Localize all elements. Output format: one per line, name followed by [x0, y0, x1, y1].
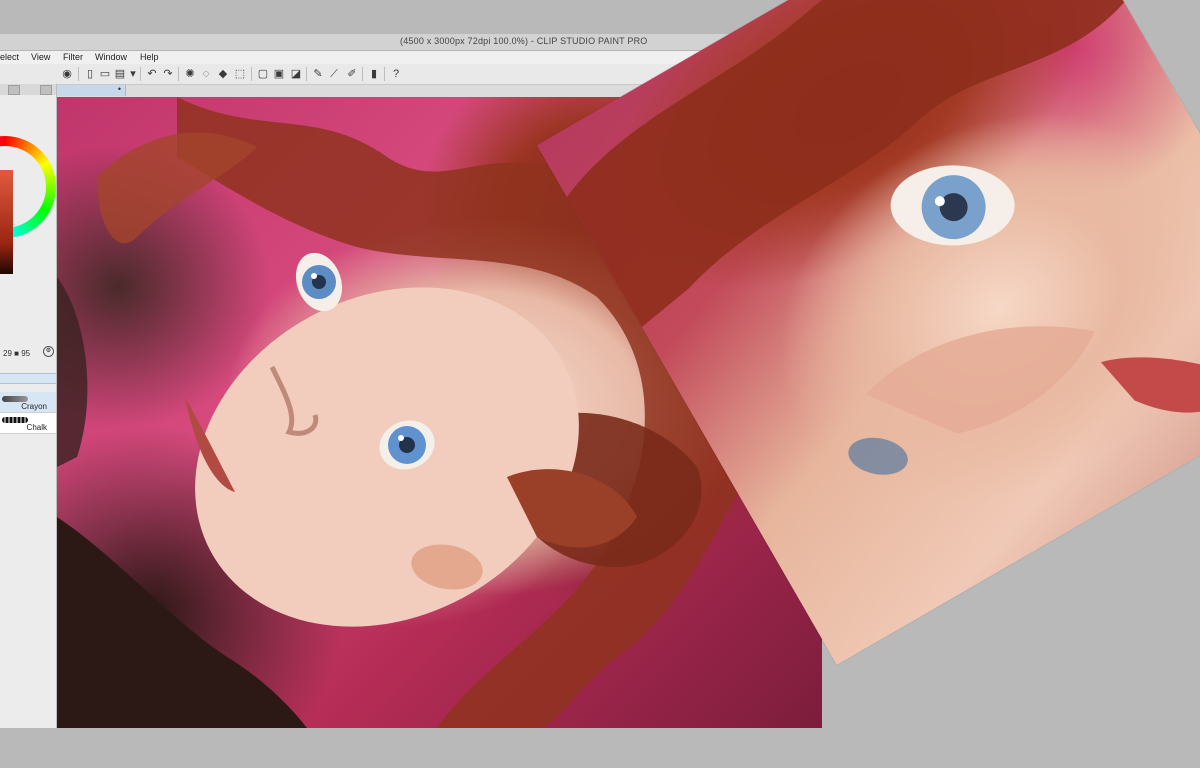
menu-window[interactable]: Window — [95, 52, 127, 62]
window-title: (4500 x 3000px 72dpi 100.0%) - CLIP STUD… — [400, 36, 648, 46]
transform-icon[interactable]: ⬚ — [234, 68, 246, 80]
palette-tab-icon[interactable] — [40, 85, 52, 95]
loading-icon[interactable]: ✺ — [184, 68, 196, 80]
brush-label: Chalk — [26, 423, 47, 432]
show-hide-icon[interactable]: ◉ — [61, 68, 73, 80]
new-file-icon[interactable]: ▯ — [84, 68, 96, 80]
toolbar-divider — [362, 67, 363, 81]
color-value-b: 95 — [21, 349, 31, 358]
color-value-a: 29 — [3, 349, 12, 358]
clear-icon[interactable]: ◌ — [200, 68, 212, 80]
left-palette: 29 ■ 95 ⚙ Crayon Chalk — [0, 84, 57, 728]
crop-icon[interactable]: ◪ — [290, 68, 302, 80]
color-values: 29 ■ 95 — [3, 349, 30, 358]
open-file-icon[interactable]: ▭ — [99, 68, 111, 80]
brush-item-chalk[interactable]: Chalk — [0, 413, 56, 434]
menu-help[interactable]: Help — [140, 52, 159, 62]
toolbar-divider — [78, 67, 79, 81]
brush-settings-icon[interactable]: ✐ — [346, 68, 358, 80]
document-tab[interactable]: • — [57, 84, 126, 96]
palette-header — [0, 84, 56, 95]
brush-label: Crayon — [21, 402, 47, 411]
device-icon[interactable]: ▮ — [368, 68, 380, 80]
brush-item-crayon[interactable]: Crayon — [0, 392, 56, 413]
menu-select[interactable]: elect — [0, 52, 19, 62]
title-bar: (4500 x 3000px 72dpi 100.0%) - CLIP STUD… — [0, 34, 822, 51]
toolbar-divider — [384, 67, 385, 81]
palette-tab-icon[interactable] — [8, 85, 20, 95]
help-icon[interactable]: ? — [390, 68, 402, 80]
menu-filter[interactable]: Filter — [63, 52, 83, 62]
pen-settings-icon[interactable]: ✎ — [312, 68, 324, 80]
undo-icon[interactable]: ↶ — [146, 68, 158, 80]
dropdown-icon[interactable]: ▾ — [127, 68, 139, 80]
toolbar-divider — [306, 67, 307, 81]
toolbar-divider — [251, 67, 252, 81]
brush-subtool-header — [0, 373, 56, 384]
toolbar-divider — [140, 67, 141, 81]
fill-icon[interactable]: ◆ — [217, 68, 229, 80]
modified-marker: • — [117, 84, 121, 94]
saturation-value-square[interactable] — [0, 170, 13, 274]
deselect-icon[interactable]: ▢ — [257, 68, 269, 80]
ruler-icon[interactable]: ⟋ — [328, 68, 340, 80]
value-swatch-icon: ■ — [14, 349, 19, 358]
menu-view[interactable]: View — [31, 52, 50, 62]
chalk-stroke-preview — [2, 417, 28, 423]
invert-icon[interactable]: ▣ — [273, 68, 285, 80]
color-settings-icon[interactable]: ⚙ — [43, 346, 54, 357]
save-icon[interactable]: ▤ — [114, 68, 126, 80]
redo-icon[interactable]: ↷ — [162, 68, 174, 80]
toolbar-divider — [178, 67, 179, 81]
